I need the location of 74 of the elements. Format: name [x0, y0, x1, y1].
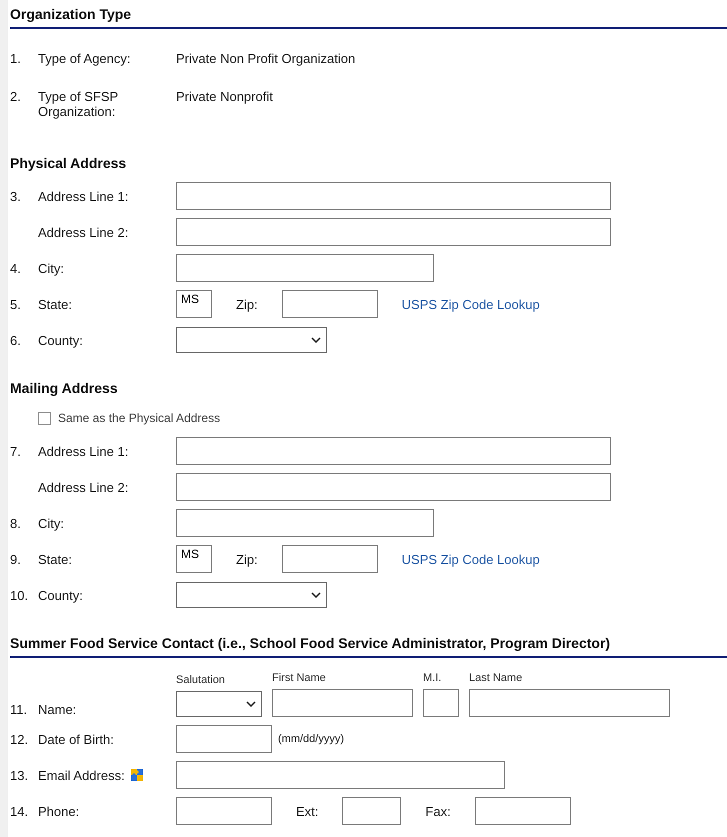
- field-label: Type of SFSP Organization:: [38, 89, 119, 119]
- field-label: County:: [38, 588, 83, 602]
- item-number: 4.: [10, 260, 21, 276]
- item-number: 9.: [10, 552, 21, 566]
- field-label: State:: [38, 552, 72, 566]
- item-number: 8.: [10, 516, 21, 530]
- item-number: 6.: [10, 332, 21, 348]
- field-label: Type of Agency:: [38, 51, 131, 66]
- field-label: Address Line 2:: [38, 480, 128, 494]
- field-label: Ext:: [295, 804, 320, 818]
- input-field[interactable]: [176, 761, 505, 789]
- item-number: 11.: [10, 702, 28, 717]
- checkbox[interactable]: [38, 412, 51, 424]
- item-number: 2.: [10, 89, 21, 104]
- item-number: 14.: [10, 804, 28, 818]
- section-header: Organization Type: [10, 6, 727, 29]
- item-number: 13.: [10, 768, 28, 782]
- section-title: Physical Address: [10, 155, 128, 173]
- lookup-link[interactable]: USPS Zip Code Lookup: [402, 552, 540, 566]
- field-label: Zip:: [235, 296, 259, 312]
- input-field[interactable]: [176, 725, 272, 753]
- item-number: 1.: [10, 51, 21, 66]
- input-field[interactable]: [282, 290, 378, 318]
- input-field[interactable]: MS: [176, 545, 212, 573]
- field-label: Email Address:: [38, 768, 125, 782]
- input-field[interactable]: [176, 509, 434, 537]
- caret-icon: [311, 592, 321, 598]
- field-label: Address Line 1:: [38, 188, 128, 204]
- column-heading: M.I.: [423, 672, 442, 684]
- format-hint: (mm/dd/yyyy): [278, 733, 344, 745]
- checkbox-label: Same as the Physical Address: [58, 411, 220, 425]
- field-label: Address Line 1:: [38, 444, 128, 458]
- input-field[interactable]: [176, 254, 434, 282]
- lookup-link[interactable]: USPS Zip Code Lookup: [402, 296, 540, 312]
- column-heading: Salutation: [176, 674, 226, 686]
- dropdown[interactable]: [176, 691, 262, 717]
- caret-icon: [246, 701, 256, 707]
- field-label: City:: [38, 260, 64, 276]
- puzzle-icon[interactable]: [128, 767, 145, 783]
- field-label: State:: [38, 296, 72, 312]
- field-label: Name:: [38, 702, 76, 717]
- input-field[interactable]: MS: [176, 290, 212, 318]
- input-field[interactable]: [342, 797, 402, 825]
- input-field[interactable]: [272, 689, 413, 717]
- field-label: Date of Birth:: [38, 732, 114, 746]
- input-field[interactable]: [469, 689, 670, 717]
- column-heading: First Name: [272, 672, 327, 684]
- field-value: Private Nonprofit: [176, 89, 273, 104]
- dropdown[interactable]: [176, 582, 327, 608]
- field-label: Address Line 2:: [38, 224, 128, 240]
- item-number: 7.: [10, 444, 21, 458]
- input-field[interactable]: [474, 797, 571, 825]
- field-label: Phone:: [38, 804, 80, 818]
- field-label: Fax:: [424, 804, 452, 818]
- section-header: Summer Food Service Contact (i.e., School Food Service Administrator, Program Director): [10, 635, 727, 658]
- field-value: Private Non Profit Organization: [176, 51, 356, 66]
- input-field[interactable]: [176, 473, 611, 501]
- column-heading: Last Name: [469, 672, 524, 684]
- input-field[interactable]: [176, 797, 272, 825]
- input-field[interactable]: [176, 437, 611, 465]
- section-title: Mailing Address: [10, 380, 119, 398]
- item-number: 12.: [10, 732, 28, 746]
- input-field[interactable]: [176, 218, 611, 246]
- caret-icon: [311, 337, 321, 343]
- item-number: 3.: [10, 188, 21, 204]
- input-field[interactable]: [176, 182, 611, 210]
- field-label: County:: [38, 332, 83, 348]
- input-field[interactable]: [282, 545, 378, 573]
- field-label: City:: [38, 516, 64, 530]
- dropdown[interactable]: [176, 327, 327, 353]
- item-number: 10.: [10, 588, 28, 602]
- field-label: Zip:: [235, 552, 259, 566]
- item-number: 5.: [10, 296, 21, 312]
- input-field[interactable]: [423, 689, 459, 717]
